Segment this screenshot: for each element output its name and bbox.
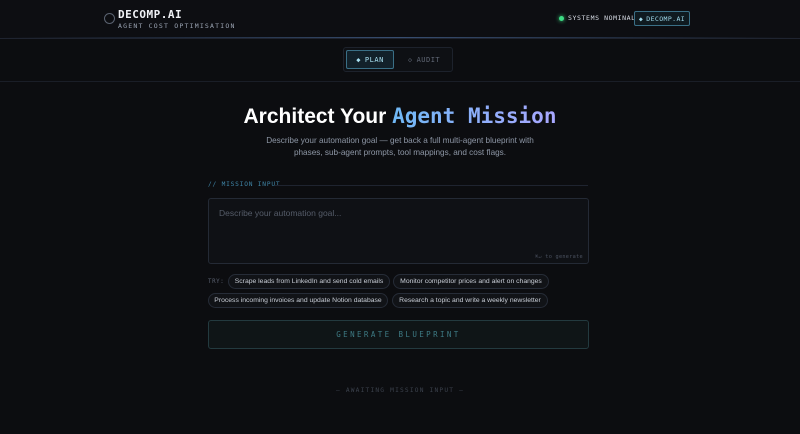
tab-audit[interactable]: ◇ AUDIT — [400, 50, 448, 69]
page-title-main: Architect Your — [243, 105, 393, 128]
decomp-button-label: DECOMP.AI — [646, 14, 686, 23]
tab-plan[interactable]: ◆ PLAN — [346, 50, 394, 69]
tab-plan-label: PLAN — [364, 55, 384, 64]
tab-audit-label: AUDIT — [416, 55, 441, 64]
page-description: Describe your automation goal — get back… — [266, 136, 534, 157]
shortcut-hint: ⌘↵ to generate — [535, 254, 583, 260]
top-header: DECOMP.AI AGENT COST OPTIMISATION SYSTEM… — [0, 0, 800, 39]
awaiting-status: — AWAITING MISSION INPUT — — [335, 387, 465, 394]
diamond-filled-icon: ◆ — [356, 55, 361, 64]
brand-title: DECOMP.AI — [118, 8, 183, 21]
suggestion-chip[interactable]: Research a topic and write a weekly news… — [392, 293, 548, 308]
mode-bar: ◆ PLAN ◇ AUDIT — [0, 39, 800, 82]
diamond-outline-icon: ◇ — [407, 55, 413, 64]
section-divider — [275, 185, 588, 186]
mission-input[interactable] — [208, 198, 589, 264]
status-dot-icon — [559, 15, 564, 21]
diamond-icon: ◆ — [638, 14, 644, 23]
system-status: SYSTEMS NOMINAL — [559, 14, 636, 22]
decomp-button[interactable]: ◆ DECOMP.AI — [634, 11, 690, 26]
status-text: SYSTEMS NOMINAL — [568, 14, 636, 22]
page-title-accent: Agent Mission — [392, 104, 557, 128]
try-label: TRY: — [208, 279, 225, 285]
logo-ring-icon — [104, 13, 115, 24]
page-title: Architect Your Agent Mission — [0, 104, 800, 129]
mission-section-label: // MISSION INPUT — [208, 181, 281, 188]
brand-subtitle: AGENT COST OPTIMISATION — [118, 22, 236, 30]
suggestion-chip[interactable]: Monitor competitor prices and alert on c… — [393, 274, 549, 289]
suggestion-chip[interactable]: Process incoming invoices and update Not… — [208, 293, 388, 308]
suggestion-chip[interactable]: Scrape leads from LinkedIn and send cold… — [228, 274, 390, 289]
header-divider — [0, 37, 800, 38]
generate-blueprint-button[interactable]: GENERATE BLUEPRINT — [208, 320, 589, 349]
